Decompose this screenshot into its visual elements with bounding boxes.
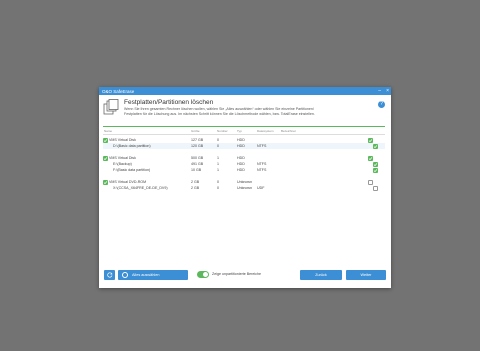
disk-type: HDD bbox=[237, 137, 245, 142]
minimize-icon[interactable]: – bbox=[378, 88, 381, 94]
disk-name: VMS Virtual Disk bbox=[109, 137, 136, 142]
disk-number: 0 bbox=[217, 137, 219, 142]
disk-check-icon[interactable] bbox=[103, 137, 108, 143]
column-number: Number bbox=[217, 129, 228, 133]
refresh-icon bbox=[106, 272, 113, 278]
partition-filesystem: NTFS bbox=[257, 161, 267, 166]
column-filesystem: Dateisystem bbox=[257, 129, 274, 133]
disk-size: 2 GB bbox=[191, 179, 200, 184]
partition-number: 0 bbox=[217, 185, 219, 190]
disk-checkbox[interactable] bbox=[368, 155, 373, 161]
partition-type: Unknown bbox=[237, 185, 252, 190]
disk-number: 1 bbox=[217, 155, 219, 160]
title-bar: O&O SafeErase – × bbox=[99, 87, 391, 95]
disk-checkbox[interactable] bbox=[368, 179, 373, 185]
partition-name: D:\(Basic data partition) bbox=[113, 143, 151, 148]
safeerase-window: O&O SafeErase – × Festplatten/Partitione… bbox=[99, 87, 391, 288]
column-name: Name bbox=[104, 129, 113, 133]
partition-number: 0 bbox=[217, 143, 219, 148]
partition-row[interactable]: D:\(Basic data partition) 120 GB 0 HDD N… bbox=[103, 143, 385, 149]
close-icon[interactable]: × bbox=[386, 88, 389, 94]
disk-checkbox[interactable] bbox=[368, 137, 373, 143]
select-all-label: Alles auswählen bbox=[132, 273, 160, 277]
header-separator bbox=[103, 126, 385, 127]
partition-row[interactable]: X:\(CCSA_X64FRE_DE-DE_DV9) 2 GB 0 Unknow… bbox=[103, 185, 385, 191]
disk-size: 127 GB bbox=[191, 137, 204, 142]
page-header: Festplatten/Partitionen löschen Wenn Sie… bbox=[103, 98, 387, 118]
disk-name: VMS Virtual DVD-ROM bbox=[109, 179, 147, 184]
window-title: O&O SafeErase bbox=[102, 88, 135, 94]
partition-checkbox[interactable] bbox=[373, 161, 378, 167]
column-type: Typ bbox=[237, 129, 242, 133]
partition-size: 491 GB bbox=[191, 161, 204, 166]
disk-type: HDD bbox=[237, 155, 245, 160]
disk-check-icon[interactable] bbox=[103, 179, 108, 185]
table-header: Name Größe Number Typ Dateisystem Bezeic… bbox=[103, 129, 385, 135]
footer-bar: Alles auswählen Zeige unpartitionierte B… bbox=[103, 269, 387, 281]
select-all-icon bbox=[122, 272, 128, 278]
next-button[interactable]: Weiter bbox=[346, 270, 386, 280]
partition-name: E:\(Backup) bbox=[113, 161, 132, 166]
partition-name: X:\(CCSA_X64FRE_DE-DE_DV9) bbox=[113, 185, 168, 190]
disk-number: 0 bbox=[217, 179, 219, 184]
select-all-button[interactable]: Alles auswählen bbox=[118, 270, 188, 280]
partition-type: HDD bbox=[237, 143, 245, 148]
partition-name: F:\(Basic data partition) bbox=[113, 167, 151, 172]
column-label: Bezeichner bbox=[281, 129, 297, 133]
disk-stack-icon bbox=[103, 99, 119, 115]
partition-checkbox[interactable] bbox=[373, 167, 378, 173]
partition-type: HDD bbox=[237, 161, 245, 166]
partition-type: HDD bbox=[237, 167, 245, 172]
show-unpartitioned-toggle[interactable] bbox=[197, 271, 209, 278]
disk-size: 500 GB bbox=[191, 155, 204, 160]
partition-size: 120 GB bbox=[191, 143, 204, 148]
page-title: Festplatten/Partitionen löschen bbox=[124, 99, 214, 106]
disk-type: Unknown bbox=[237, 179, 252, 184]
partition-filesystem: NTFS bbox=[257, 167, 267, 172]
column-size: Größe bbox=[191, 129, 200, 133]
partition-row[interactable]: F:\(Basic data partition) 10 GB 1 HDD NT… bbox=[103, 167, 385, 173]
help-icon[interactable]: ? bbox=[378, 101, 385, 108]
refresh-button[interactable] bbox=[104, 270, 115, 280]
disk-check-icon[interactable] bbox=[103, 155, 108, 161]
back-button[interactable]: Zurück bbox=[300, 270, 342, 280]
partition-filesystem: UDF bbox=[257, 185, 265, 190]
partition-number: 1 bbox=[217, 161, 219, 166]
partition-number: 1 bbox=[217, 167, 219, 172]
partition-size: 10 GB bbox=[191, 167, 202, 172]
show-unpartitioned-label: Zeige unpartitionierte Bereiche bbox=[212, 272, 261, 276]
partition-checkbox[interactable] bbox=[373, 185, 378, 191]
description-line: Festplatten für die Löschung aus. Im näc… bbox=[124, 111, 315, 116]
page-description: Wenn Sie Ihren gesamten Rechner löschen … bbox=[124, 107, 374, 116]
partition-size: 2 GB bbox=[191, 185, 200, 190]
partition-filesystem: NTFS bbox=[257, 143, 267, 148]
partition-checkbox[interactable] bbox=[373, 143, 378, 149]
disk-name: VMS Virtual Disk bbox=[109, 155, 136, 160]
